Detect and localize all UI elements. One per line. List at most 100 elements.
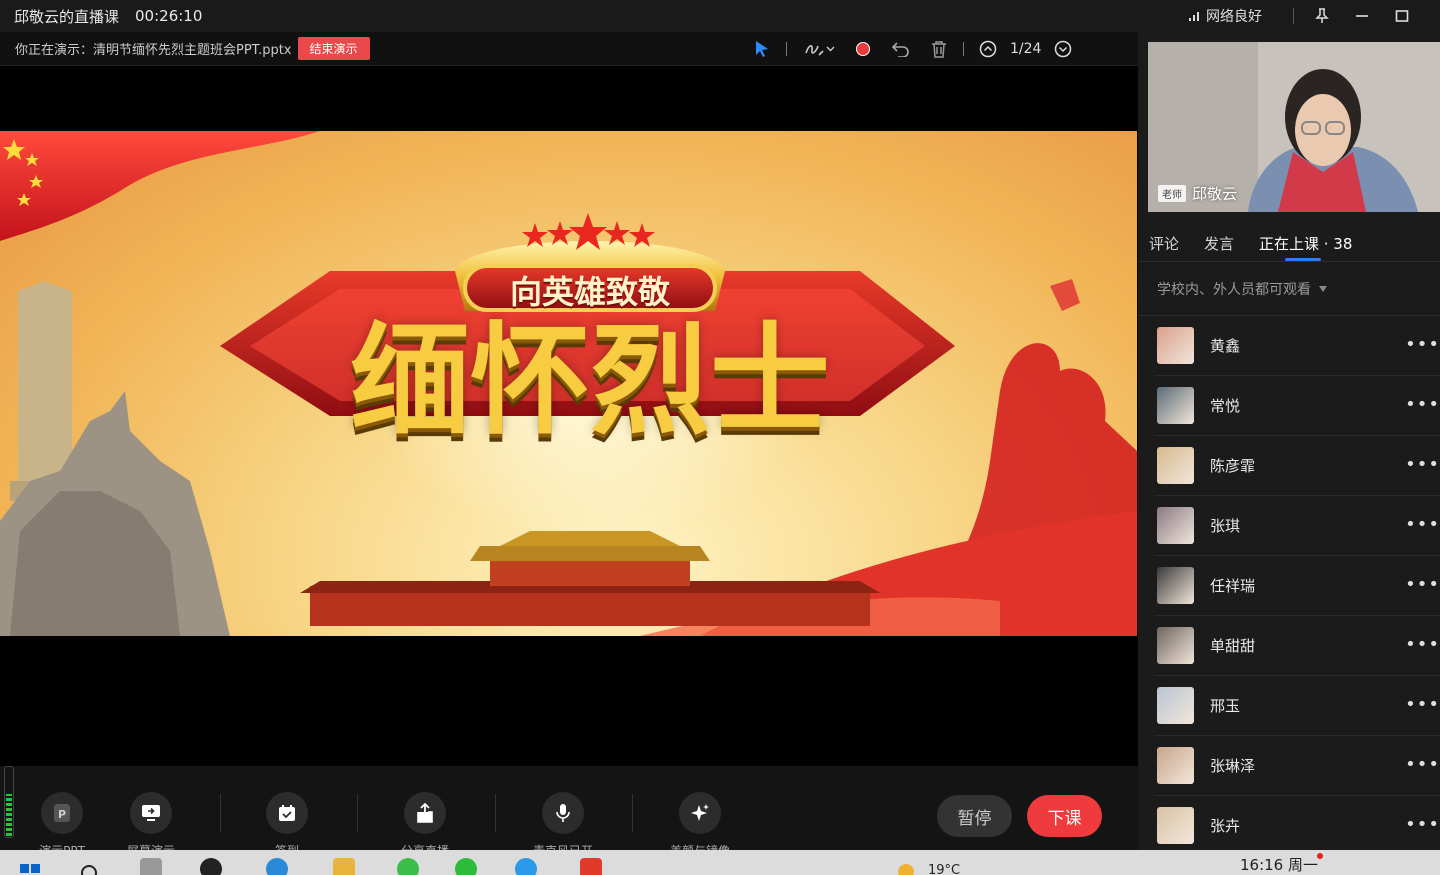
windows-taskbar: 19°C 16:16 周一: [0, 850, 1440, 875]
teacher-video: 老师 邱敬云: [1148, 42, 1440, 212]
toolbar-divider: [357, 794, 358, 832]
end-class-button[interactable]: 下课: [1027, 795, 1102, 837]
teacher-name-tag: 老师 邱敬云: [1158, 183, 1237, 204]
pause-button[interactable]: 暂停: [937, 795, 1012, 837]
participant-row[interactable]: 单甜甜 •••: [1154, 616, 1440, 676]
undo-tool[interactable]: [889, 37, 913, 61]
participant-row[interactable]: 陈彦霏 •••: [1154, 436, 1440, 496]
undo-icon: [892, 42, 909, 57]
screen-share-button[interactable]: 屏幕演示: [101, 792, 201, 852]
more-options-icon[interactable]: •••: [1405, 454, 1440, 475]
share-icon: [417, 803, 433, 823]
clear-tool[interactable]: [927, 37, 951, 61]
minimize-button[interactable]: [1350, 4, 1374, 28]
pen-squiggle-icon: [804, 45, 824, 56]
more-options-icon[interactable]: •••: [1405, 574, 1440, 595]
annotation-tools: 1/24: [750, 32, 1075, 66]
checkin-button[interactable]: 签到: [237, 792, 337, 852]
more-options-icon[interactable]: •••: [1405, 814, 1440, 835]
avatar: [1157, 447, 1194, 484]
live-app-icon[interactable]: [515, 858, 537, 875]
more-options-icon[interactable]: •••: [1405, 334, 1440, 355]
title-bar: 邱敬云的直播课 00:26:10 网络良好: [0, 0, 1440, 32]
share-live-button[interactable]: 分享直播: [375, 792, 475, 852]
presentation-stage: 向英雄致敬 缅怀烈士: [0, 66, 1138, 766]
network-status-label: 网络良好: [1206, 9, 1262, 25]
participant-row[interactable]: 任祥瑞 •••: [1154, 556, 1440, 616]
maximize-button[interactable]: [1390, 4, 1414, 28]
live-class-app: 邱敬云的直播课 00:26:10 网络良好 你正在演示：清明节缅怀先烈主题班会P…: [0, 0, 1440, 875]
end-presentation-button[interactable]: 结束演示: [297, 37, 370, 60]
task-view-icon[interactable]: [140, 858, 162, 875]
participant-row[interactable]: 张琪 •••: [1154, 496, 1440, 556]
participant-name: 陈彦霏: [1210, 457, 1256, 475]
participant-row[interactable]: 张琳泽 •••: [1154, 736, 1440, 796]
participant-row[interactable]: 常悦 •••: [1154, 376, 1440, 436]
participant-name: 任祥瑞: [1210, 577, 1256, 595]
slide-banner-text: 向英雄致敬: [509, 273, 670, 311]
wechat-icon[interactable]: [455, 858, 477, 875]
tab-comments[interactable]: 评论: [1149, 233, 1179, 254]
ppt-slide: 向英雄致敬 缅怀烈士: [0, 131, 1137, 636]
minimize-icon: [1356, 15, 1368, 17]
slide-main-title: 缅怀烈士: [350, 310, 830, 451]
participant-name: 张琪: [1210, 517, 1241, 535]
present-ppt-button[interactable]: P 演示PPT: [12, 792, 112, 852]
avatar: [1157, 387, 1194, 424]
more-options-icon[interactable]: •••: [1405, 754, 1440, 775]
avatar: [1157, 687, 1194, 724]
teacher-role-badge: 老师: [1158, 185, 1186, 202]
notification-dot: [1317, 853, 1323, 859]
pin-button[interactable]: [1310, 4, 1334, 28]
beauty-icon: [691, 804, 709, 821]
beauty-mirror-button[interactable]: 美颜与镜像: [650, 792, 750, 852]
ppt-icon: P: [54, 804, 70, 822]
pin-icon: [1315, 8, 1329, 23]
right-panel: 老师 邱敬云 评论 发言 正在上课 · 38 学校内、外人员都可观看 黄鑫 •••…: [1138, 32, 1440, 856]
record-tool[interactable]: [851, 37, 875, 61]
tab-speak[interactable]: 发言: [1204, 233, 1234, 254]
file-explorer-icon[interactable]: [333, 858, 355, 875]
refresh-app-icon[interactable]: [397, 858, 419, 875]
screen-share-circle: [130, 792, 172, 834]
avatar: [1157, 807, 1194, 844]
avatar: [1157, 747, 1194, 784]
windows-start-icon[interactable]: [20, 864, 40, 875]
pointer-tool[interactable]: [750, 37, 774, 61]
pen-tool[interactable]: [799, 37, 839, 61]
chevron-up-circle-icon: [979, 40, 997, 58]
office-icon[interactable]: [580, 858, 602, 875]
page-indicator: 1/24: [1010, 41, 1042, 57]
participant-row[interactable]: 邢玉 •••: [1154, 676, 1440, 736]
maximize-icon: [1395, 10, 1409, 22]
microphone-button[interactable]: 麦克风已开: [513, 792, 613, 852]
app-icon[interactable]: [200, 858, 222, 875]
share-live-circle: [404, 792, 446, 834]
more-options-icon[interactable]: •••: [1405, 694, 1440, 715]
beauty-mirror-circle: [679, 792, 721, 834]
browser-icon[interactable]: [266, 858, 288, 875]
toolbar-divider: [495, 794, 496, 832]
tool-divider: [963, 42, 964, 56]
participant-row[interactable]: 黄鑫 •••: [1154, 316, 1440, 376]
previous-page-button[interactable]: [976, 37, 1000, 61]
screen-share-icon: [142, 805, 160, 821]
participant-row[interactable]: 张卉 •••: [1154, 796, 1440, 856]
visibility-selector[interactable]: 学校内、外人员都可观看: [1157, 279, 1327, 299]
chevron-down-icon: [826, 46, 834, 52]
trash-icon: [932, 41, 946, 58]
presentation-bar: 你正在演示：清明节缅怀先烈主题班会PPT.pptx 结束演示 1/24: [0, 32, 1138, 66]
title-divider: [1293, 8, 1294, 24]
more-options-icon[interactable]: •••: [1405, 634, 1440, 655]
signal-icon: [1189, 12, 1199, 21]
search-icon[interactable]: [80, 864, 100, 875]
microphone-icon: [556, 804, 570, 822]
more-options-icon[interactable]: •••: [1405, 394, 1440, 415]
avatar: [1157, 327, 1194, 364]
class-timer: 00:26:10: [135, 7, 203, 25]
more-options-icon[interactable]: •••: [1405, 514, 1440, 535]
next-page-button[interactable]: [1051, 37, 1075, 61]
panel-tabs: 评论 发言 正在上课 · 38: [1138, 222, 1440, 262]
toolbar-divider: [632, 794, 633, 832]
tab-in-class[interactable]: 正在上课 · 38: [1259, 233, 1352, 254]
